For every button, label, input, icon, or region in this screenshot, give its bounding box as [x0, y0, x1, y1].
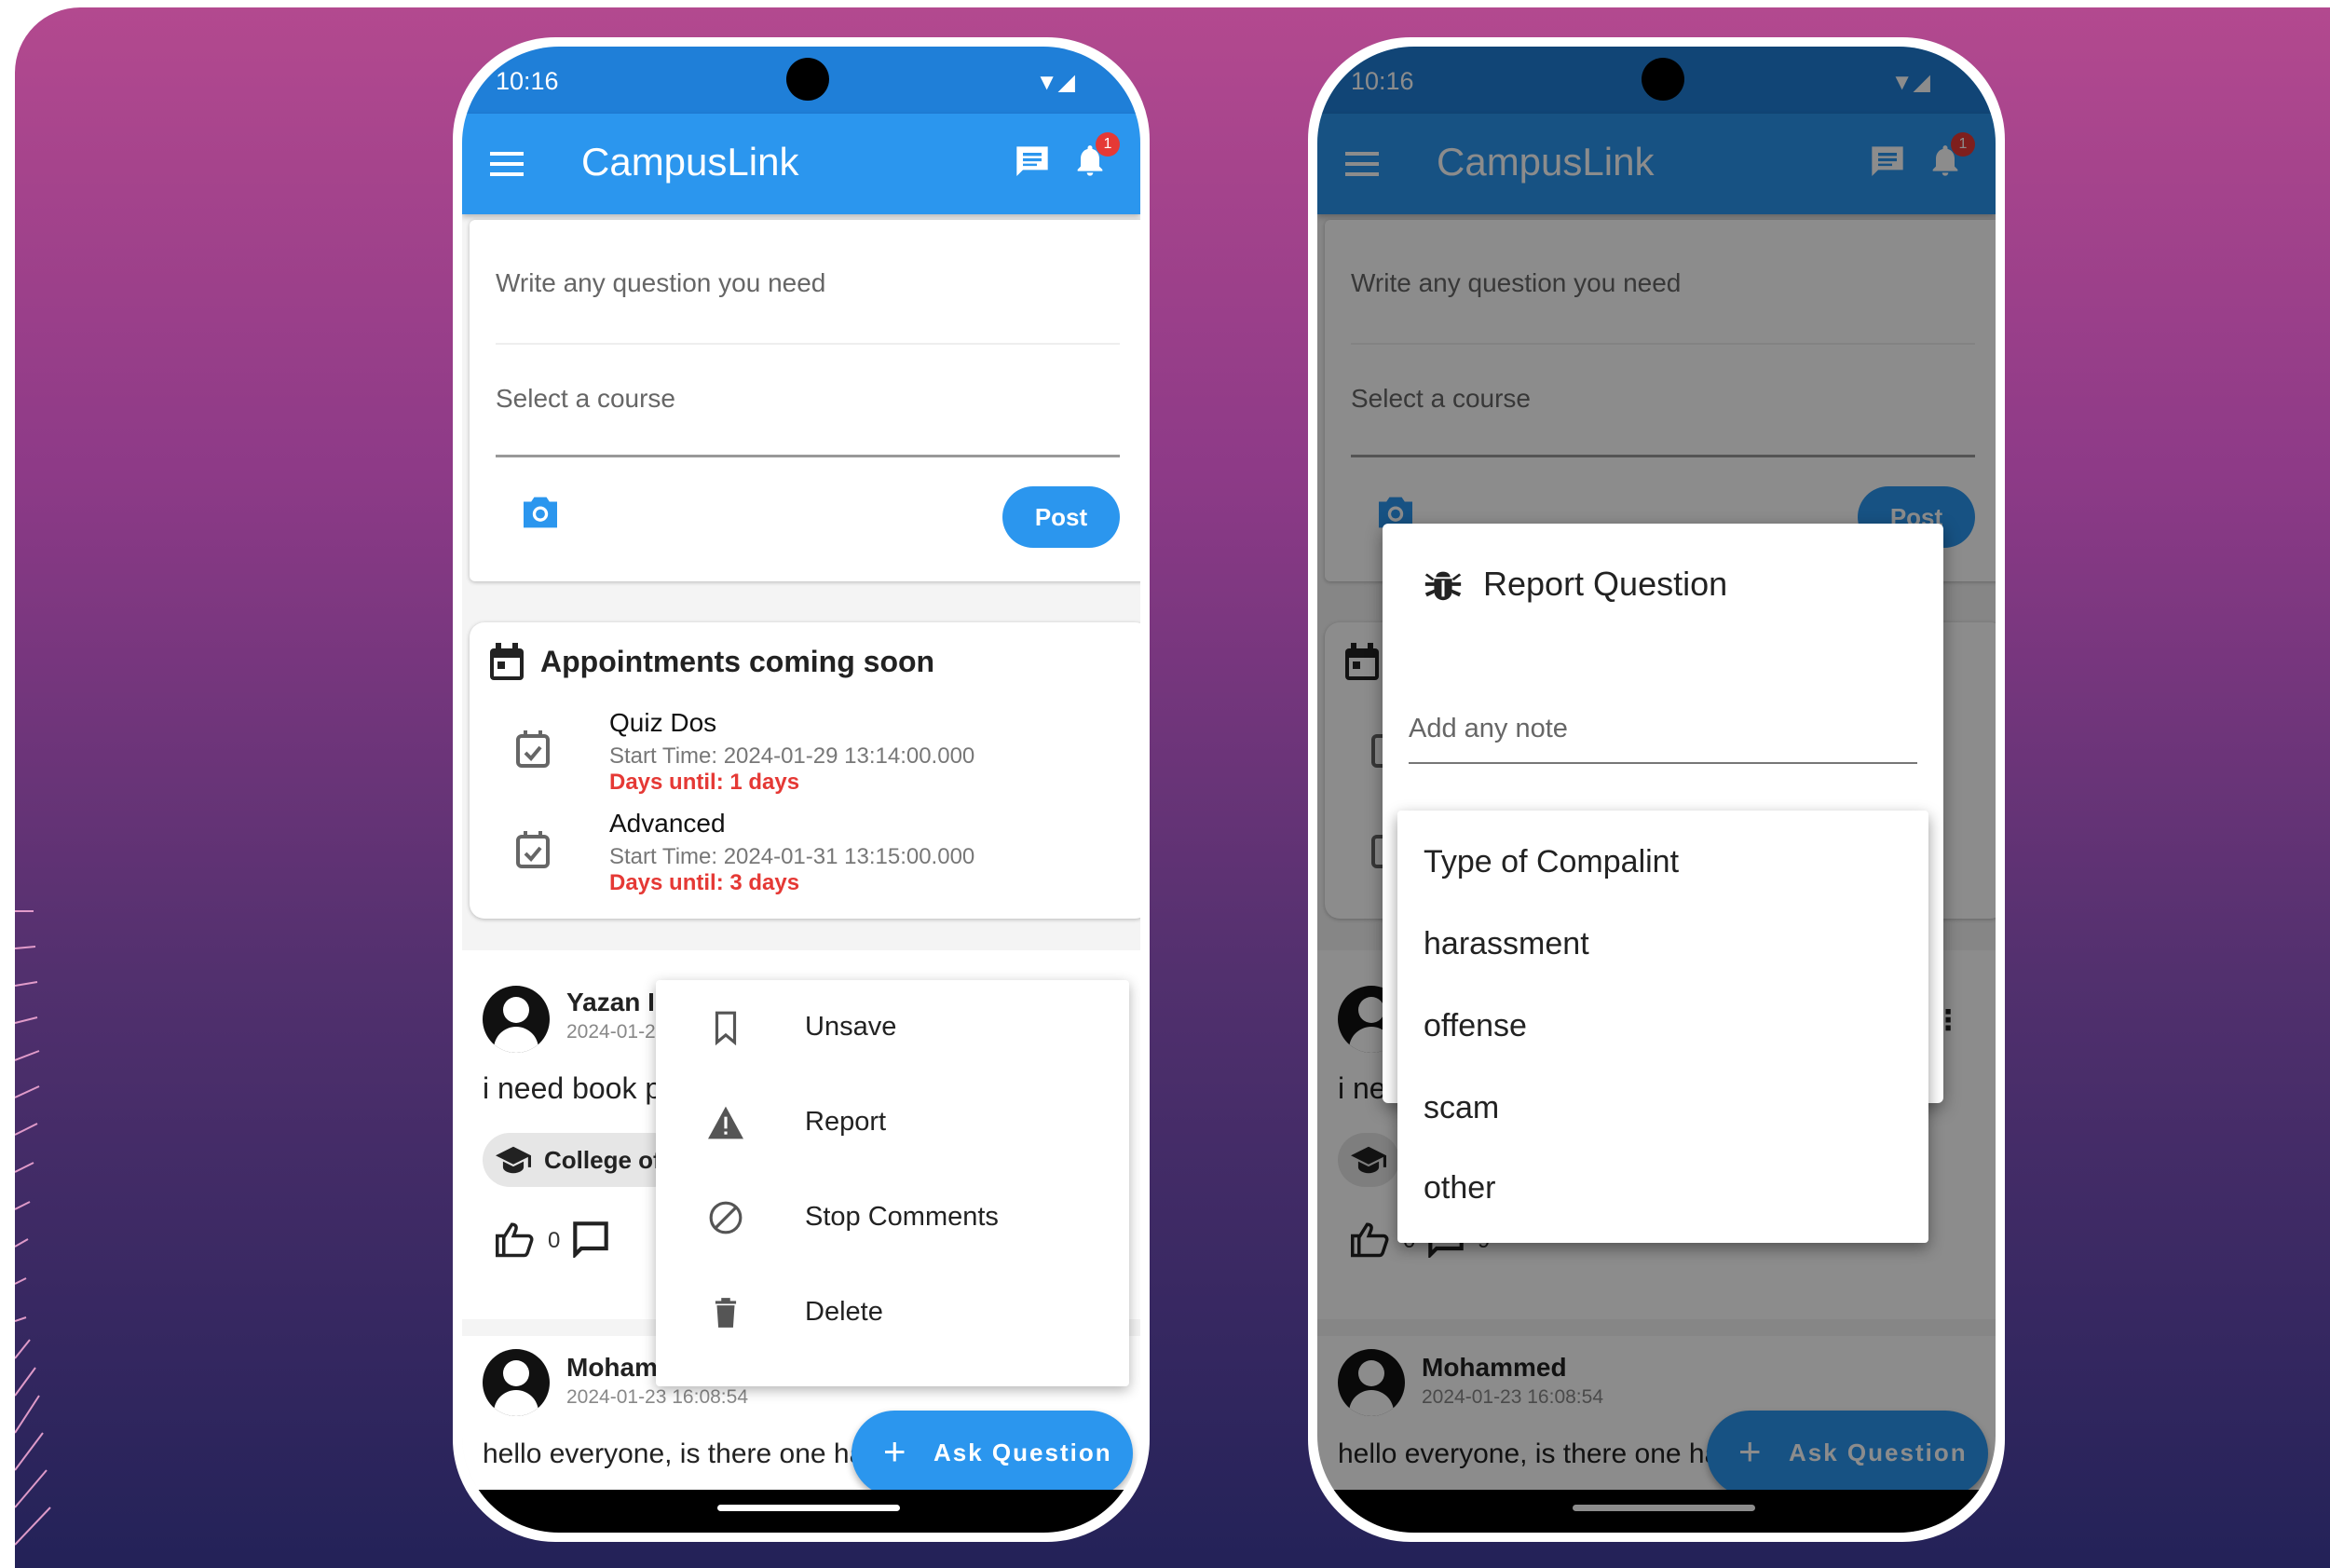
- phone-left: 10:16 ▼◢ CampusLink 1 Write any question…: [453, 37, 1150, 1542]
- appointment-item[interactable]: Advanced Start Time: 2024-01-31 13:15:00…: [470, 809, 1140, 911]
- menu-icon[interactable]: [490, 145, 524, 183]
- question-underline: [496, 343, 1120, 345]
- home-indicator[interactable]: [717, 1505, 900, 1511]
- complaint-option[interactable]: harassment: [1424, 926, 1589, 962]
- complaint-option[interactable]: offense: [1424, 1008, 1527, 1044]
- compose-card: Write any question you need Select a cou…: [470, 220, 1140, 581]
- report-dialog-title: Report Question: [1483, 565, 1728, 603]
- post-timestamp: 2024-01-2: [566, 1021, 656, 1043]
- note-underline: [1409, 762, 1917, 764]
- screen-left: 10:16 ▼◢ CampusLink 1 Write any question…: [462, 47, 1140, 1533]
- menu-item-delete[interactable]: Delete: [656, 1265, 1129, 1360]
- note-input[interactable]: Add any note: [1409, 714, 1568, 744]
- appointment-name: Quiz Dos: [609, 708, 717, 737]
- complaint-option[interactable]: scam: [1424, 1090, 1499, 1126]
- plus-icon: +: [883, 1429, 906, 1473]
- appointment-days-until: Days until: 1 days: [609, 770, 800, 795]
- like-icon[interactable]: [496, 1220, 535, 1258]
- complaint-option[interactable]: Type of Compalint: [1424, 844, 1679, 880]
- gesture-bar: [462, 1490, 1140, 1533]
- post-options-menu: Unsave Report Stop Comments Delete: [656, 980, 1129, 1386]
- complaint-type-dropdown: Type of Compalint harassment offense sca…: [1397, 811, 1928, 1243]
- wifi-signal-icon: ▼◢: [1035, 70, 1075, 95]
- course-select[interactable]: Select a course: [496, 384, 675, 414]
- appointment-name: Advanced: [609, 809, 726, 838]
- menu-item-stop-comments[interactable]: Stop Comments: [656, 1170, 1129, 1265]
- like-count: 0: [548, 1228, 561, 1253]
- event-check-icon: [516, 730, 550, 768]
- post-author: Yazan I: [566, 988, 655, 1016]
- app-bar: CampusLink 1: [462, 114, 1140, 214]
- ask-question-button[interactable]: + Ask Question: [852, 1411, 1133, 1496]
- appointments-title: Appointments coming soon: [540, 645, 935, 678]
- bug-icon: [1424, 571, 1462, 601]
- menu-item-label: Stop Comments: [805, 1202, 999, 1232]
- menu-item-label: Unsave: [805, 1012, 897, 1042]
- phone-right: 10:16 ▼◢ CampusLink 1 Write any question…: [1308, 37, 2005, 1542]
- ask-question-label: Ask Question: [933, 1438, 1112, 1466]
- camera-icon[interactable]: [522, 496, 559, 529]
- trash-icon: [715, 1298, 737, 1328]
- course-underline: [496, 455, 1120, 457]
- post-timestamp: 2024-01-23 16:08:54: [566, 1386, 748, 1408]
- course-chip-label: College of: [544, 1146, 661, 1174]
- complaint-option[interactable]: other: [1424, 1170, 1496, 1207]
- appointments-card: Appointments coming soon Quiz Dos Start …: [470, 622, 1140, 919]
- screen-right: 10:16 ▼◢ CampusLink 1 Write any question…: [1317, 47, 1996, 1533]
- status-bar: 10:16 ▼◢: [462, 47, 1140, 114]
- chat-icon[interactable]: [1014, 143, 1051, 181]
- appointment-days-until: Days until: 3 days: [609, 870, 800, 895]
- appointment-start: Start Time: 2024-01-31 13:15:00.000: [609, 844, 975, 869]
- menu-item-label: Delete: [805, 1297, 883, 1327]
- menu-item-unsave[interactable]: Unsave: [656, 980, 1129, 1075]
- block-icon: [709, 1201, 743, 1234]
- app-title: CampusLink: [581, 140, 799, 184]
- question-input[interactable]: Write any question you need: [496, 268, 825, 298]
- camera-cutout: [786, 58, 829, 101]
- avatar[interactable]: [483, 986, 550, 1053]
- menu-item-report[interactable]: Report: [656, 1075, 1129, 1170]
- event-check-icon: [516, 831, 550, 868]
- bookmark-icon: [715, 1011, 737, 1045]
- decorative-lines: [15, 910, 51, 1546]
- appointment-start: Start Time: 2024-01-29 13:14:00.000: [609, 743, 975, 769]
- course-chip[interactable]: College of: [483, 1133, 680, 1187]
- comment-icon[interactable]: [572, 1220, 609, 1258]
- avatar[interactable]: [483, 1349, 550, 1416]
- status-time: 10:16: [496, 67, 559, 95]
- post-text: i need book p: [483, 1071, 662, 1105]
- appointment-item[interactable]: Quiz Dos Start Time: 2024-01-29 13:14:00…: [470, 708, 1140, 811]
- warning-icon: [708, 1106, 743, 1139]
- post-button[interactable]: Post: [1002, 486, 1120, 548]
- calendar-icon: [490, 643, 524, 680]
- graduation-cap-icon: [496, 1146, 531, 1174]
- notification-badge: 1: [1096, 132, 1120, 157]
- menu-item-label: Report: [805, 1107, 887, 1137]
